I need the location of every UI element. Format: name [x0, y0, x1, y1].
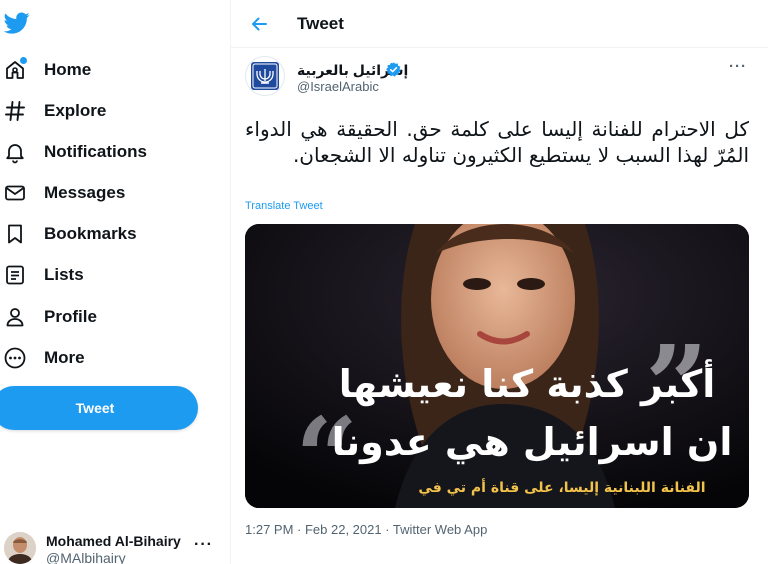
sidebar-item-label: Messages	[44, 183, 126, 202]
author-avatar[interactable]	[245, 56, 285, 96]
sidebar-item-label: Home	[44, 60, 92, 79]
list-icon	[2, 262, 28, 288]
home-icon	[2, 57, 28, 83]
avatar	[4, 532, 36, 564]
envelope-icon	[2, 180, 28, 206]
sidebar-item-notifications[interactable]: Notifications	[0, 134, 147, 170]
verified-badge-icon	[385, 61, 402, 78]
sidebar-item-label: Lists	[44, 265, 84, 284]
sidebar-item-label: Notifications	[44, 142, 147, 161]
tweet-more-icon[interactable]: ···	[729, 58, 747, 75]
bookmark-icon	[2, 221, 28, 247]
tweet-button[interactable]: Tweet	[0, 386, 198, 430]
back-arrow-icon[interactable]	[249, 14, 269, 34]
page-header: Tweet	[231, 0, 768, 48]
account-name: Mohamed Al-Bihairy	[46, 533, 181, 549]
hashtag-icon	[2, 98, 28, 124]
account-handle: @MAlbihairy	[46, 550, 126, 564]
media-headline-line2: ان اسرائيل هي عدونا	[331, 420, 733, 464]
account-switcher[interactable]: Mohamed Al-Bihairy @MAlbihairy ···	[0, 526, 226, 564]
sidebar-item-messages[interactable]: Messages	[0, 175, 125, 211]
tweet-text: كل الاحترام للفنانة إليسا على كلمة حق. ا…	[245, 117, 749, 167]
tweet-media-image[interactable]: “ ” أكبر كذبة كنا نعيشها ان اسرائيل هي ع…	[245, 224, 749, 508]
sidebar-item-label: More	[44, 348, 85, 367]
author-handle[interactable]: @IsraelArabic	[297, 79, 379, 94]
sidebar-item-label: Explore	[44, 101, 107, 120]
sidebar-item-more[interactable]: More	[0, 340, 85, 376]
more-circle-icon	[2, 345, 28, 371]
twitter-bird-icon[interactable]	[3, 10, 30, 36]
sidebar-item-explore[interactable]: Explore	[0, 93, 106, 129]
sidebar-item-home[interactable]: Home	[0, 52, 91, 88]
main-column: Tweet إسرائيل بالعربية @IsraelArabic ···…	[230, 0, 768, 564]
page-title: Tweet	[297, 14, 344, 33]
bell-icon	[2, 139, 28, 165]
tweet-timestamp[interactable]: 1:27 PM · Feb 22, 2021 · Twitter Web App	[245, 522, 487, 537]
sidebar-item-bookmarks[interactable]: Bookmarks	[0, 216, 137, 252]
sidebar-item-label: Profile	[44, 307, 97, 326]
sidebar-item-lists[interactable]: Lists	[0, 257, 84, 293]
sidebar-item-profile[interactable]: Profile	[0, 299, 97, 335]
sidebar-item-label: Bookmarks	[44, 224, 137, 243]
account-more-icon[interactable]: ···	[194, 536, 213, 554]
new-content-dot	[20, 57, 27, 64]
translate-tweet-link[interactable]: Translate Tweet	[245, 200, 323, 212]
media-caption: الفنانة اللبنانية إليسا، على قناة أم تي …	[418, 480, 706, 496]
menorah-emblem-icon	[251, 62, 279, 90]
media-headline-line1: أكبر كذبة كنا نعيشها	[338, 362, 716, 406]
sidebar: Home Explore Notifications Messages Book…	[0, 0, 230, 564]
person-icon	[2, 304, 28, 330]
